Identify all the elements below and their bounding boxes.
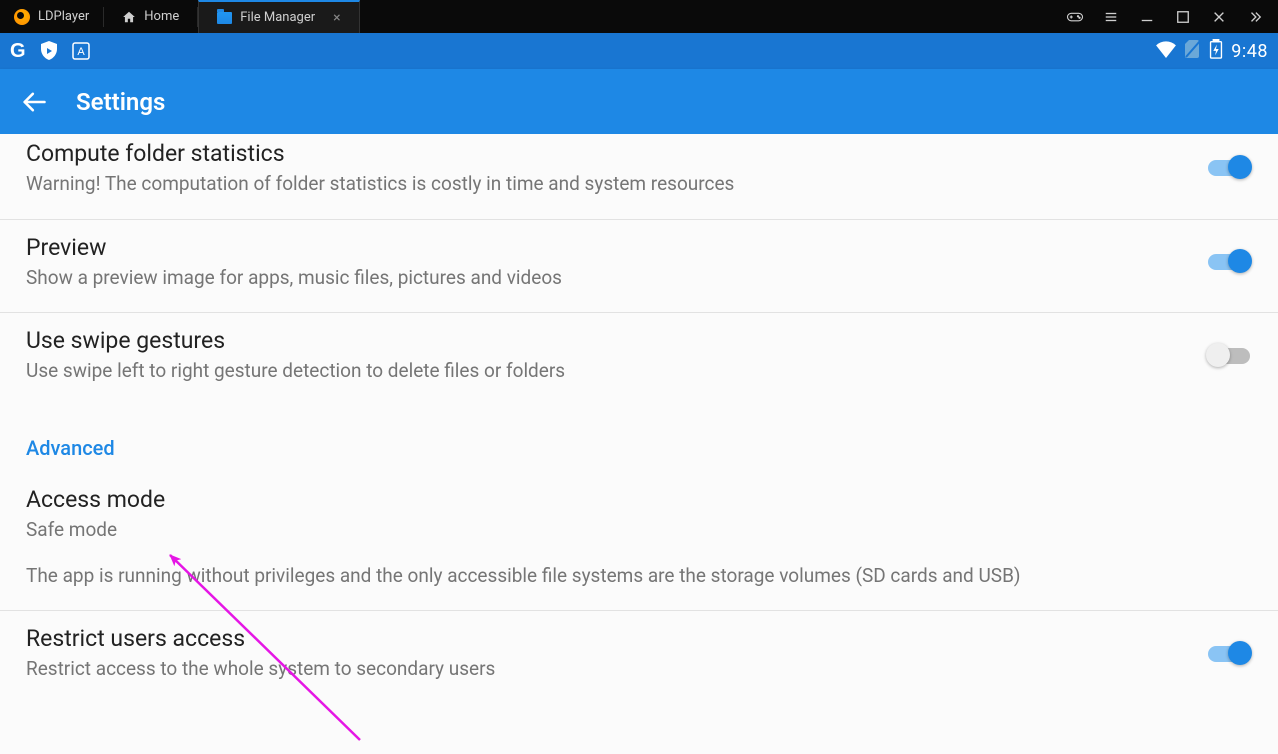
setting-restrict-users[interactable]: Restrict users access Restrict access to… bbox=[0, 611, 1278, 690]
maximize-icon[interactable] bbox=[1174, 8, 1192, 26]
tab-home[interactable]: Home bbox=[104, 0, 197, 33]
ldplayer-icon bbox=[14, 9, 30, 25]
more-icon[interactable] bbox=[1246, 8, 1264, 26]
setting-title: Use swipe gestures bbox=[26, 327, 1186, 354]
menu-icon[interactable] bbox=[1102, 8, 1120, 26]
setting-title: Access mode bbox=[26, 486, 1252, 513]
emulator-titlebar: LDPlayer Home File Manager × bbox=[0, 0, 1278, 33]
back-button[interactable] bbox=[20, 88, 48, 116]
toggle-preview[interactable] bbox=[1206, 249, 1252, 275]
emulator-label: LDPlayer bbox=[38, 9, 89, 24]
no-sim-icon bbox=[1185, 40, 1201, 62]
clock: 9:48 bbox=[1231, 41, 1268, 62]
tab-home-label: Home bbox=[144, 9, 179, 24]
google-icon: G bbox=[10, 40, 26, 63]
setting-access-mode[interactable]: Access mode Safe mode The app is running… bbox=[0, 472, 1278, 611]
close-window-icon[interactable] bbox=[1210, 8, 1228, 26]
tab-file-manager[interactable]: File Manager × bbox=[198, 0, 359, 33]
language-icon: A bbox=[72, 42, 90, 60]
home-icon bbox=[122, 10, 136, 24]
setting-title: Restrict users access bbox=[26, 625, 1186, 652]
setting-subtitle: Use swipe left to right gesture detectio… bbox=[26, 358, 1186, 384]
toggle-restrict[interactable] bbox=[1206, 641, 1252, 667]
wifi-icon bbox=[1155, 40, 1177, 62]
setting-description: The app is running without privileges an… bbox=[26, 563, 1252, 589]
setting-title: Preview bbox=[26, 234, 1186, 261]
toggle-compute-stats[interactable] bbox=[1206, 155, 1252, 181]
android-statusbar: G A 9:48 bbox=[0, 33, 1278, 69]
close-tab-icon[interactable]: × bbox=[333, 10, 340, 26]
setting-preview[interactable]: Preview Show a preview image for apps, m… bbox=[0, 220, 1278, 314]
setting-swipe-gestures[interactable]: Use swipe gestures Use swipe left to rig… bbox=[0, 313, 1278, 406]
window-controls bbox=[1066, 8, 1278, 26]
setting-subtitle: Restrict access to the whole system to s… bbox=[26, 656, 1186, 682]
battery-charging-icon bbox=[1209, 39, 1223, 63]
setting-title: Compute folder statistics bbox=[26, 140, 1186, 167]
gamepad-icon[interactable] bbox=[1066, 8, 1084, 26]
svg-text:A: A bbox=[77, 46, 85, 58]
emulator-app-name: LDPlayer bbox=[0, 0, 103, 33]
setting-value: Safe mode bbox=[26, 517, 1252, 543]
minimize-icon[interactable] bbox=[1138, 8, 1156, 26]
tab-file-manager-label: File Manager bbox=[240, 10, 315, 25]
setting-subtitle: Show a preview image for apps, music fil… bbox=[26, 265, 1186, 291]
shield-icon bbox=[40, 41, 58, 61]
section-header-advanced: Advanced bbox=[0, 406, 1278, 472]
setting-subtitle: Warning! The computation of folder stati… bbox=[26, 171, 1186, 197]
folder-icon bbox=[217, 12, 232, 24]
page-title: Settings bbox=[76, 88, 165, 116]
app-bar: Settings bbox=[0, 69, 1278, 134]
toggle-swipe[interactable] bbox=[1206, 343, 1252, 369]
settings-list: Compute folder statistics Warning! The c… bbox=[0, 134, 1278, 754]
setting-compute-folder-stats[interactable]: Compute folder statistics Warning! The c… bbox=[0, 134, 1278, 220]
